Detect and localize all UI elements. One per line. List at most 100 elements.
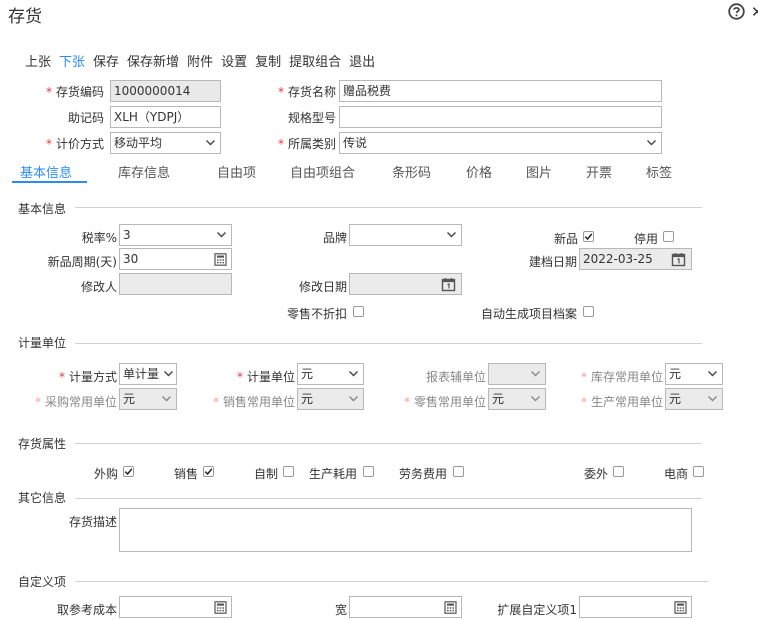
no-discount-label: 零售不折扣 xyxy=(286,307,347,321)
calculator-icon[interactable] xyxy=(674,601,687,614)
mnemonic-input[interactable]: XLH（YDPJ） xyxy=(110,106,221,128)
calendar-icon[interactable] xyxy=(441,277,456,292)
chevron-down-icon xyxy=(164,371,173,377)
help-icon[interactable] xyxy=(728,3,745,20)
chevron-down-icon xyxy=(708,396,717,402)
purchase-attr-checkbox[interactable] xyxy=(123,466,134,477)
copy-button[interactable]: 复制 xyxy=(255,51,281,70)
brand-select[interactable] xyxy=(349,224,462,246)
outsource-label: 委外 xyxy=(583,467,608,481)
service-fee-checkbox[interactable] xyxy=(453,466,464,477)
auto-generate-checkbox[interactable] xyxy=(583,306,594,317)
self-made-checkbox[interactable] xyxy=(283,466,294,477)
exit-button[interactable]: 退出 xyxy=(349,51,375,70)
outsource-checkbox[interactable] xyxy=(613,466,624,477)
ecommerce-checkbox[interactable] xyxy=(693,466,704,477)
pricing-select[interactable]: 移动平均 xyxy=(110,132,221,154)
tab-price[interactable]: 价格 xyxy=(466,162,492,181)
tab-free-items[interactable]: 自由项 xyxy=(217,162,256,181)
calendar-icon[interactable] xyxy=(671,252,686,267)
check-icon xyxy=(204,468,213,476)
new-cycle-input[interactable]: 30 xyxy=(119,248,232,270)
extract-combination-button[interactable]: 提取组合 xyxy=(289,51,341,70)
divider xyxy=(75,207,702,208)
tab-stock-info[interactable]: 库存信息 xyxy=(118,162,170,181)
name-label: * 存货名称 xyxy=(277,85,336,99)
attachment-button[interactable]: 附件 xyxy=(187,51,213,70)
category-select[interactable]: 传说 xyxy=(339,132,662,154)
name-input[interactable]: 赠品税费 xyxy=(339,80,662,102)
spec-label: 规格型号 xyxy=(287,111,336,125)
measure-method-label: * 计量方式 xyxy=(58,370,117,384)
disabled-checkbox[interactable] xyxy=(663,231,674,242)
tab-images[interactable]: 图片 xyxy=(526,162,552,181)
report-unit-label: 报表辅单位 xyxy=(425,370,486,384)
tab-barcode[interactable]: 条形码 xyxy=(392,162,431,181)
width-input[interactable] xyxy=(349,596,462,618)
modifier-label: 修改人 xyxy=(80,280,117,294)
save-and-new-button[interactable]: 保存新增 xyxy=(127,51,179,70)
tab-tags[interactable]: 标签 xyxy=(646,162,672,181)
code-input[interactable]: 1000000014 xyxy=(110,80,221,102)
sale-attr-checkbox[interactable] xyxy=(203,466,214,477)
section-attributes: 存货属性 xyxy=(18,437,67,451)
self-made-label: 自制 xyxy=(253,467,278,481)
service-fee-label: 劳务费用 xyxy=(398,467,447,481)
next-record-button[interactable]: 下张 xyxy=(59,51,85,70)
stock-unit-select[interactable]: 元 xyxy=(665,363,723,385)
new-product-checkbox[interactable] xyxy=(583,231,594,242)
calculator-icon[interactable] xyxy=(214,601,227,614)
production-use-label: 生产耗用 xyxy=(308,467,357,481)
chevron-down-icon xyxy=(531,371,540,377)
category-label: * 所属类别 xyxy=(277,137,336,151)
tab-invoicing[interactable]: 开票 xyxy=(586,162,612,181)
divider xyxy=(75,581,708,582)
unit-label: * 计量单位 xyxy=(236,370,295,384)
pricing-value: 移动平均 xyxy=(114,136,163,150)
chevron-down-icon xyxy=(206,140,215,146)
description-textarea[interactable] xyxy=(119,508,692,552)
no-discount-checkbox[interactable] xyxy=(353,306,364,317)
ext-custom-1-label: 扩展自定义项1 xyxy=(497,603,577,617)
created-date-input: 2022-03-25 xyxy=(579,248,692,270)
chevron-down-icon xyxy=(647,140,656,146)
retail-unit-select: 元 xyxy=(488,388,546,410)
pricing-label: * 计价方式 xyxy=(45,137,104,151)
ref-cost-input[interactable] xyxy=(119,596,232,618)
code-label: * 存货编码 xyxy=(45,85,104,99)
stock-unit-label: * 库存常用单位 xyxy=(580,370,663,384)
modifier-input xyxy=(119,273,232,295)
unit-select[interactable]: 元 xyxy=(297,363,364,385)
settings-button[interactable]: 设置 xyxy=(221,51,247,70)
tab-basic-info[interactable]: 基本信息 xyxy=(20,162,72,181)
toolbar: 上张 下张 保存 保存新增 附件 设置 复制 提取组合 退出 xyxy=(25,51,375,70)
auto-generate-label: 自动生成项目档案 xyxy=(480,307,577,321)
calculator-icon[interactable] xyxy=(444,601,457,614)
tax-rate-select[interactable]: 3 xyxy=(119,224,232,246)
brand-label: 品牌 xyxy=(322,231,347,245)
disabled-label: 停用 xyxy=(633,232,658,246)
sale-unit-value: 元 xyxy=(301,392,314,406)
new-cycle-value: 30 xyxy=(123,252,139,266)
tax-rate-label: 税率% xyxy=(81,231,117,245)
ecommerce-label: 电商 xyxy=(663,467,688,481)
chevron-down-icon xyxy=(447,232,456,238)
description-label: 存货描述 xyxy=(68,515,117,529)
section-other-info: 其它信息 xyxy=(18,491,67,505)
production-unit-label: * 生产常用单位 xyxy=(580,395,663,409)
prev-record-button[interactable]: 上张 xyxy=(25,51,51,70)
purchase-attr-label: 外购 xyxy=(93,467,118,481)
ext-custom-1-input[interactable] xyxy=(579,596,692,618)
sale-unit-select: 元 xyxy=(297,388,364,410)
section-basic-info: 基本信息 xyxy=(18,202,67,216)
production-use-checkbox[interactable] xyxy=(363,466,374,477)
production-unit-value: 元 xyxy=(669,392,682,406)
width-label: 宽 xyxy=(334,603,347,617)
tab-free-item-combo[interactable]: 自由项组合 xyxy=(290,162,355,181)
measure-method-select[interactable]: 单计量 xyxy=(119,363,177,385)
close-icon[interactable]: ✕ xyxy=(751,3,758,21)
spec-input[interactable] xyxy=(339,106,662,128)
save-button[interactable]: 保存 xyxy=(93,51,119,70)
category-value: 传说 xyxy=(343,136,368,150)
calculator-icon[interactable] xyxy=(214,253,227,266)
